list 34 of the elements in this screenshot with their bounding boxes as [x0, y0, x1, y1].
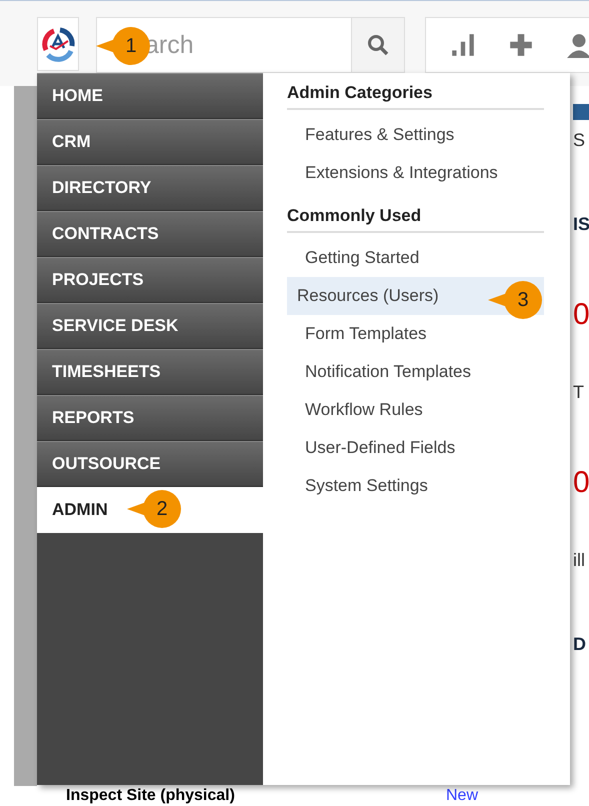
menu-item[interactable]: Getting Started: [295, 239, 544, 277]
menu-item[interactable]: Workflow Rules: [295, 391, 544, 429]
nav-item[interactable]: DIRECTORY: [37, 165, 263, 211]
status-link[interactable]: New: [446, 787, 478, 805]
nav-item[interactable]: REPORTS: [37, 395, 263, 441]
section-heading: Commonly Used: [287, 206, 544, 233]
nav-item[interactable]: TIMESHEETS: [37, 349, 263, 395]
menu-item[interactable]: Extensions & Integrations: [295, 154, 544, 192]
page-text: IS: [573, 214, 589, 236]
bar-chart-icon[interactable]: [450, 32, 476, 58]
search-icon: [366, 33, 390, 57]
menu-item[interactable]: Features & Settings: [295, 116, 544, 154]
page-text: ill: [573, 550, 586, 572]
nav-item[interactable]: HOME: [37, 73, 263, 119]
page-text: S: [573, 130, 586, 152]
page-text: 0: [573, 466, 589, 501]
nav-item[interactable]: OUTSOURCE: [37, 441, 263, 487]
header-bar: [573, 104, 589, 120]
section-heading: Admin Categories: [287, 83, 544, 110]
task-name: Inspect Site (physical): [66, 787, 236, 805]
page-text: 0: [573, 298, 589, 333]
menu-item[interactable]: Notification Templates: [295, 353, 544, 391]
menu-item[interactable]: User-Defined Fields: [295, 429, 544, 467]
nav-item[interactable]: CONTRACTS: [37, 211, 263, 257]
logo-button[interactable]: [37, 17, 79, 71]
user-icon[interactable]: [566, 32, 589, 58]
nav-item[interactable]: SERVICE DESK: [37, 303, 263, 349]
plus-icon[interactable]: [508, 32, 534, 58]
page-text: D: [573, 634, 587, 656]
page-text: T: [573, 382, 585, 404]
menu-item[interactable]: System Settings: [295, 467, 544, 505]
nav-item[interactable]: CRM: [37, 119, 263, 165]
nav-item[interactable]: PROJECTS: [37, 257, 263, 303]
search-button[interactable]: [351, 17, 405, 73]
